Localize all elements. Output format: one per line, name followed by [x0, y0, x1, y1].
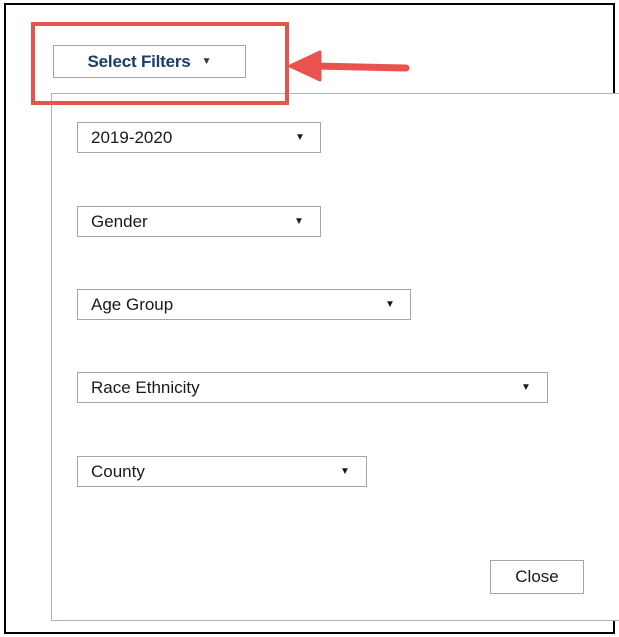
filters-panel	[51, 93, 619, 621]
race-ethnicity-dropdown-value: Race Ethnicity	[91, 377, 200, 397]
arrow-left-icon	[288, 50, 410, 82]
caret-down-icon: ▼	[295, 131, 305, 143]
year-dropdown[interactable]: 2019-2020 ▼	[77, 122, 321, 153]
gender-dropdown-value: Gender	[91, 211, 148, 231]
gender-dropdown[interactable]: Gender ▼	[77, 206, 321, 237]
caret-down-icon: ▼	[294, 215, 304, 227]
highlight-box	[31, 22, 289, 105]
close-button[interactable]: Close	[490, 560, 584, 594]
race-ethnicity-dropdown[interactable]: Race Ethnicity ▼	[77, 372, 548, 403]
county-dropdown[interactable]: County ▼	[77, 456, 367, 487]
age-group-dropdown-value: Age Group	[91, 294, 174, 314]
caret-down-icon: ▼	[521, 381, 531, 393]
age-group-dropdown[interactable]: Age Group ▼	[77, 289, 411, 320]
caret-down-icon: ▼	[385, 298, 395, 310]
caret-down-icon: ▼	[340, 465, 350, 477]
year-dropdown-value: 2019-2020	[91, 127, 173, 147]
county-dropdown-value: County	[91, 461, 145, 481]
